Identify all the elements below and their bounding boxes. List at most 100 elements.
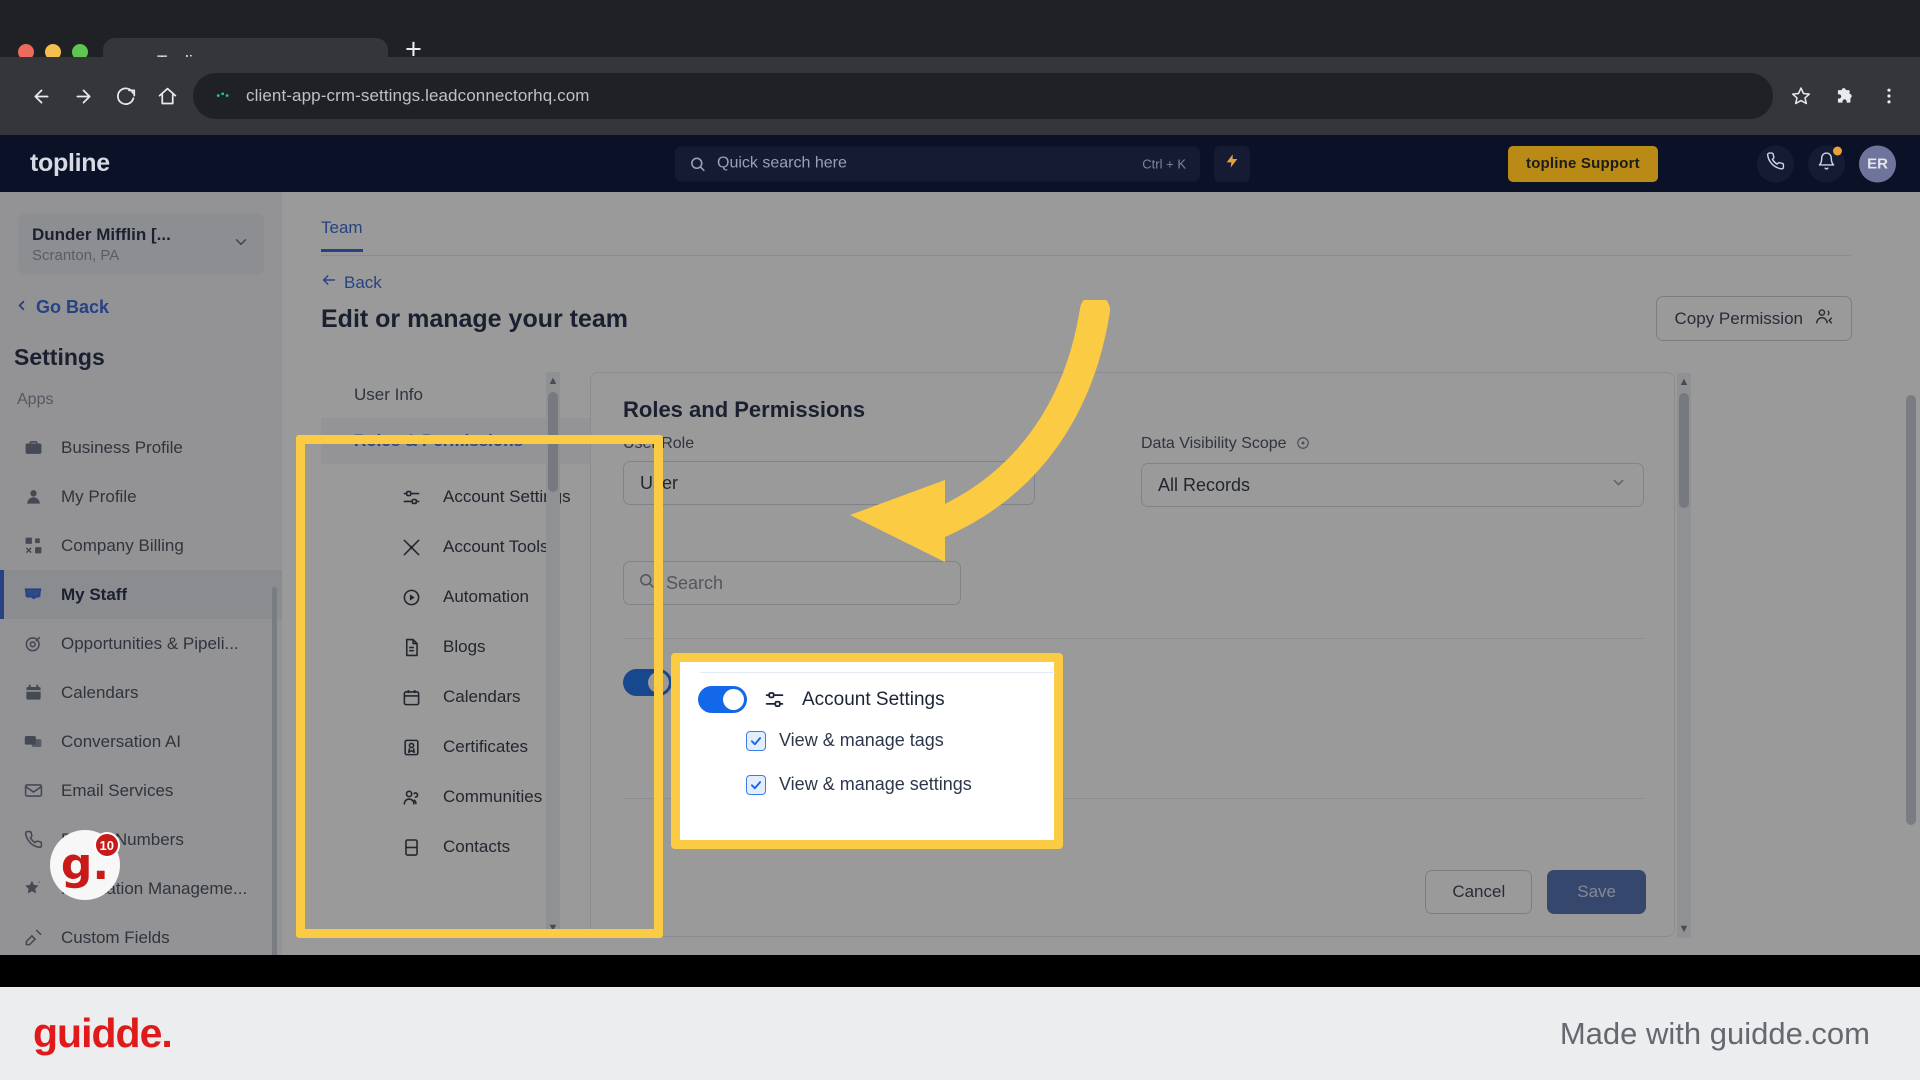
- account-settings-toggle[interactable]: [623, 668, 672, 696]
- roles-card-scrollbar[interactable]: ▲ ▼: [1677, 373, 1691, 938]
- cancel-button[interactable]: Cancel: [1425, 870, 1533, 914]
- user-role-label: User Role: [623, 435, 695, 452]
- play-circle-icon: [401, 587, 422, 608]
- avatar[interactable]: ER: [1859, 145, 1896, 182]
- sidebar-scrollbar[interactable]: [272, 587, 277, 955]
- permission-search-input[interactable]: Search: [623, 561, 961, 605]
- people-icon: [401, 787, 422, 808]
- chat-icon: [22, 731, 44, 753]
- sidebar-item-label: Calendars: [61, 682, 139, 702]
- support-button[interactable]: topline Support: [1508, 145, 1658, 182]
- sidebar-item-reputation-management[interactable]: Reputation Manageme...: [0, 864, 282, 913]
- scroll-up-arrow-icon[interactable]: ▲: [1677, 373, 1691, 391]
- bell-icon: [1817, 152, 1836, 176]
- sidebar: Dunder Mifflin [... Scranton, PA Go Back…: [0, 192, 282, 955]
- checkbox-row-view-manage-tags[interactable]: View & manage tags: [671, 701, 897, 737]
- notifications-button[interactable]: [1808, 145, 1845, 182]
- permission-toggle-row[interactable]: Account Settings: [623, 663, 897, 701]
- user-copy-icon: [1814, 307, 1833, 331]
- target-icon: [22, 633, 44, 655]
- data-visibility-scope-field: Data Visibility Scope All Records: [1141, 435, 1644, 507]
- main-scrollbar[interactable]: [1906, 255, 1916, 955]
- sliders-icon: [401, 487, 422, 508]
- made-with-guidde-label: Made with guidde.com: [1559, 1015, 1870, 1051]
- address-bar[interactable]: client-app-crm-settings.leadconnectorhq.…: [193, 73, 1773, 119]
- guidde-badge-count: 10: [93, 832, 120, 858]
- back-link-label: Back: [344, 272, 382, 292]
- checkbox-view-manage-settings[interactable]: [671, 745, 691, 765]
- permission-category-label: Account Tools: [443, 537, 549, 556]
- quick-actions-button[interactable]: [1214, 145, 1250, 182]
- sliders-icon: [689, 672, 710, 693]
- permission-group-label: Account Settings: [727, 671, 870, 692]
- arrow-left-icon: [321, 272, 337, 293]
- browser-chrome: Topline +: [0, 0, 1920, 135]
- sidebar-item-email-services[interactable]: Email Services: [0, 766, 282, 815]
- permission-group-account-settings: Account Settings View & manage tags View…: [623, 663, 897, 773]
- permission-category-label: Automation: [443, 587, 529, 606]
- document-icon: [401, 637, 422, 658]
- data-scope-select[interactable]: All Records: [1141, 463, 1644, 507]
- sidebar-title: Settings: [14, 344, 105, 370]
- scroll-down-arrow-icon[interactable]: ▼: [1677, 920, 1691, 938]
- checkbox-view-manage-tags[interactable]: [671, 709, 691, 729]
- sidebar-item-opportunities[interactable]: Opportunities & Pipeli...: [0, 619, 282, 668]
- global-search-placeholder: Quick search here: [717, 154, 847, 172]
- app-logo[interactable]: topline: [30, 149, 110, 178]
- sidebar-item-label: Custom Fields: [61, 927, 170, 947]
- footer: guidde. Made with guidde.com: [0, 987, 1920, 1080]
- sidebar-item-conversation-ai[interactable]: Conversation AI: [0, 717, 282, 766]
- data-scope-value: All Records: [1158, 474, 1251, 495]
- phone-button[interactable]: [1757, 145, 1794, 182]
- application-window: topline Quick search here Ctrl + K topli…: [0, 135, 1920, 955]
- location-selector[interactable]: Dunder Mifflin [... Scranton, PA: [18, 213, 264, 275]
- permission-category-label: Certificates: [443, 737, 529, 756]
- notification-badge: [1833, 146, 1842, 155]
- sidebar-item-company-billing[interactable]: Company Billing: [0, 521, 282, 570]
- divider: [623, 798, 1644, 799]
- star-icon[interactable]: [1782, 77, 1820, 115]
- guidde-badge[interactable]: g. 10: [50, 830, 120, 900]
- browser-tabstrip: Topline +: [0, 0, 1920, 86]
- scroll-down-arrow-icon[interactable]: ▼: [546, 919, 560, 937]
- sidebar-item-my-profile[interactable]: My Profile: [0, 472, 282, 521]
- divider: [623, 638, 1644, 639]
- user-role-select[interactable]: User: [623, 461, 1035, 505]
- subpanel-scrollbar[interactable]: ▲ ▼: [546, 372, 560, 937]
- kebab-menu-icon[interactable]: [1870, 77, 1908, 115]
- tools-icon: [401, 537, 422, 558]
- forward-arrow-icon[interactable]: [62, 75, 104, 117]
- permission-category-label: Communities: [443, 787, 543, 806]
- copy-permission-button[interactable]: Copy Permission: [1655, 296, 1852, 341]
- reload-icon[interactable]: [104, 75, 146, 117]
- search-icon: [638, 572, 655, 594]
- guidde-footer-logo: guidde.: [33, 1010, 173, 1056]
- sidebar-item-my-staff[interactable]: My Staff: [0, 570, 282, 619]
- home-icon[interactable]: [146, 75, 188, 117]
- sidebar-item-label: Company Billing: [61, 535, 184, 555]
- page-title: Edit or manage your team: [321, 305, 629, 333]
- sidebar-item-business-profile[interactable]: Business Profile: [0, 423, 282, 472]
- puzzle-icon[interactable]: [1826, 77, 1864, 115]
- permission-search-placeholder: Search: [666, 572, 724, 593]
- global-search-input[interactable]: Quick search here Ctrl + K: [675, 146, 1200, 181]
- sidebar-item-custom-fields[interactable]: Custom Fields: [0, 913, 282, 955]
- sidebar-item-label: Conversation AI: [61, 731, 182, 751]
- sidebar-item-phone-numbers[interactable]: Phone Numbers: [0, 815, 282, 864]
- info-icon[interactable]: [1296, 436, 1310, 455]
- phone-icon: [22, 829, 44, 851]
- back-arrow-icon[interactable]: [20, 75, 62, 117]
- go-back-link[interactable]: Go Back: [14, 297, 282, 318]
- data-scope-label: Data Visibility Scope: [1141, 435, 1644, 455]
- checkbox-row-view-manage-settings[interactable]: View & manage settings: [671, 737, 897, 773]
- location-name: Dunder Mifflin [...: [32, 224, 171, 244]
- custom-fields-icon: [22, 927, 44, 949]
- sidebar-item-calendars[interactable]: Calendars: [0, 668, 282, 717]
- sidebar-section-label: Apps: [17, 391, 54, 408]
- back-link[interactable]: Back: [321, 272, 382, 293]
- site-favicon-icon: [215, 88, 232, 105]
- scroll-up-arrow-icon[interactable]: ▲: [546, 372, 560, 390]
- save-button[interactable]: Save: [1547, 870, 1646, 914]
- sidebar-nav-list: Business Profile My Profile Company Bill…: [0, 423, 282, 955]
- tab-team[interactable]: Team: [321, 218, 363, 252]
